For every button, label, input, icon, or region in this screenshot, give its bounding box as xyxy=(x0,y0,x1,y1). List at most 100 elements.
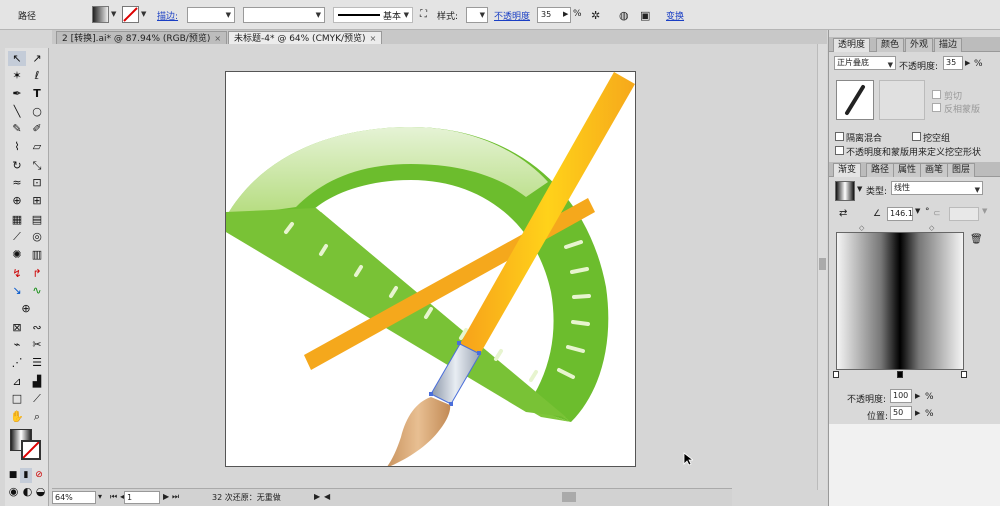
ellipse-tool-icon[interactable]: ○ xyxy=(28,104,46,119)
tab-layers[interactable]: 图层 xyxy=(947,163,976,177)
crosshair-tool-icon[interactable]: ⊕ xyxy=(17,301,35,316)
midpoint-diamond-icon[interactable]: ◇ xyxy=(859,224,864,232)
location-input[interactable]: 50 xyxy=(890,406,912,420)
anchor-tool-icon[interactable]: ↘ xyxy=(8,283,26,298)
page-select[interactable]: 1 xyxy=(124,491,160,504)
chevron-left-icon[interactable]: ◀ xyxy=(324,492,330,501)
stop-opacity-input[interactable]: 100 xyxy=(890,389,912,403)
stroke-swatch[interactable] xyxy=(122,6,139,23)
close-icon[interactable]: × xyxy=(214,34,221,43)
tab-gradient[interactable]: 渐变 xyxy=(833,163,862,177)
clip-checkbox[interactable] xyxy=(932,90,941,99)
draw-inside-icon[interactable]: ◒ xyxy=(34,484,47,499)
artboard[interactable] xyxy=(225,71,636,467)
gradient-stop-left[interactable] xyxy=(833,371,839,378)
gradient-type-select[interactable]: 线性 ▼ xyxy=(891,181,983,195)
recolor-icon[interactable]: ✲ xyxy=(591,9,600,22)
mesh-tool-icon[interactable]: ▦ xyxy=(8,212,26,227)
direct-selection-tool-icon[interactable]: ↗ xyxy=(28,51,46,66)
knife-tool-icon[interactable]: ⟋ xyxy=(28,391,46,406)
chevron-down-icon[interactable]: ▼ xyxy=(141,10,146,18)
tab-stroke[interactable]: 描边 xyxy=(934,38,963,52)
rotate-tool-icon[interactable]: ↻ xyxy=(8,158,26,173)
midpoint-diamond-icon[interactable]: ◇ xyxy=(929,224,934,232)
paintbrush-tool-icon[interactable]: ✎ xyxy=(8,121,26,136)
chevron-right-icon[interactable]: ▶ xyxy=(915,392,920,400)
close-icon[interactable]: × xyxy=(370,34,377,43)
curvature-tool-icon[interactable]: ↱ xyxy=(28,266,46,281)
symbol-sprayer-tool-icon[interactable]: ✺ xyxy=(8,247,26,262)
chevron-down-icon[interactable]: ▾ xyxy=(98,492,102,501)
free-transform-tool-icon[interactable]: ⊡ xyxy=(28,175,46,190)
tab-appearance[interactable]: 外观 xyxy=(905,38,934,52)
reverse-gradient-icon[interactable]: ⇄ xyxy=(839,208,847,219)
align-icon[interactable]: ▣ xyxy=(640,9,650,22)
pencil-tool-icon[interactable]: ✐ xyxy=(28,121,46,136)
zoom-tool-icon[interactable]: ⌕ xyxy=(28,409,46,424)
chevron-right-icon[interactable]: ▶ xyxy=(915,409,920,417)
magic-wand-tool-icon[interactable]: ✶ xyxy=(8,68,26,83)
stroke-weight-input[interactable]: ▼ xyxy=(187,7,235,23)
trash-icon[interactable]: 🗑 xyxy=(970,234,983,245)
lasso-tool-icon[interactable]: ℓ xyxy=(28,68,46,83)
opacity-link[interactable]: 不透明度 xyxy=(494,9,530,22)
gradient-stop-middle[interactable] xyxy=(897,371,903,378)
width-tool-icon[interactable]: ↯ xyxy=(8,266,26,281)
color-mode-icon[interactable]: ■ xyxy=(7,468,19,483)
line-tool-icon[interactable]: ╲ xyxy=(8,104,26,119)
vertical-scrollbar[interactable] xyxy=(817,44,827,490)
blend-mode-select[interactable]: 正片叠底 ▼ xyxy=(834,56,896,70)
mask-thumbnail[interactable] xyxy=(879,80,925,120)
warp-tool-icon[interactable]: ≈ xyxy=(8,175,26,190)
fill-swatch[interactable] xyxy=(92,6,109,23)
shape-builder-tool-icon[interactable]: ⊕ xyxy=(8,193,26,208)
hand-tool-icon[interactable]: ✋ xyxy=(8,409,26,424)
scrollbar-thumb[interactable] xyxy=(819,258,826,270)
type-tool-icon[interactable]: T xyxy=(28,86,46,101)
gradient-angle-input[interactable]: 146.1 xyxy=(887,207,913,221)
chevron-down-icon[interactable]: ▼ xyxy=(111,10,116,18)
artboard-tool-icon[interactable]: ⊠ xyxy=(8,320,26,335)
column-graph-tool-icon[interactable]: ▥ xyxy=(28,247,46,262)
horizontal-scrollbar-thumb[interactable] xyxy=(562,492,576,502)
selection-tool-icon[interactable]: ↖ xyxy=(8,51,26,66)
gradient-preview[interactable] xyxy=(836,232,964,370)
draw-behind-icon[interactable]: ◐ xyxy=(21,484,34,499)
scissors-tool-icon[interactable]: ✂ xyxy=(28,337,46,352)
graphic-style-select[interactable]: ▼ xyxy=(466,7,488,23)
chevron-down-icon[interactable]: ▼ xyxy=(915,207,920,215)
object-thumbnail[interactable] xyxy=(836,80,874,120)
chart-tool-icon[interactable]: ▟ xyxy=(28,374,46,389)
tab-pathfinder[interactable]: 路径 xyxy=(866,163,895,177)
blend-tool-icon[interactable]: ◎ xyxy=(28,229,46,244)
gradient-tool-icon[interactable]: ▤ xyxy=(28,212,46,227)
gradient-swatch[interactable] xyxy=(835,181,855,201)
perspective-grid-tool-icon[interactable]: ⊞ xyxy=(28,193,46,208)
measure-tool-icon[interactable]: ⊿ xyxy=(8,374,26,389)
pen-tool-icon[interactable]: ✒ xyxy=(8,86,26,101)
chevron-down-icon[interactable]: ▼ xyxy=(857,185,862,193)
tab-document-2[interactable]: 2 [转换].ai* @ 87.94% (RGB/预览) × xyxy=(56,31,228,44)
list-tool-icon[interactable]: ☰ xyxy=(28,355,46,370)
scale-tool-icon[interactable]: ⤡ xyxy=(28,158,46,173)
chevron-down-icon[interactable]: ▼ xyxy=(975,184,980,196)
knockout-group-checkbox[interactable] xyxy=(912,132,921,141)
eraser-tool-icon[interactable]: ▱ xyxy=(28,139,46,154)
tab-transparency[interactable]: 透明度 xyxy=(833,38,871,52)
none-mode-icon[interactable]: ⊘ xyxy=(33,468,45,483)
first-page-icon[interactable]: ⏮ xyxy=(110,492,117,502)
chevron-right-icon[interactable]: ▶ xyxy=(965,59,970,67)
smooth-tool-icon[interactable]: ∿ xyxy=(28,283,46,298)
brush-profile-select[interactable]: 基本 ▼ xyxy=(333,7,413,23)
live-paint-tool-icon[interactable]: ⋰ xyxy=(8,355,26,370)
chevron-right-icon[interactable]: ▶ xyxy=(314,492,320,501)
next-page-icon[interactable]: ▶ xyxy=(163,492,169,501)
slice-tool-icon[interactable]: ∾ xyxy=(28,320,46,335)
rectangle-tool-icon[interactable]: □ xyxy=(8,391,26,406)
eyedropper-tool-icon[interactable]: ⟋ xyxy=(8,229,26,244)
transform-link[interactable]: 变换 xyxy=(666,9,684,22)
last-page-icon[interactable]: ⏭ xyxy=(172,492,179,502)
gradient-mode-icon[interactable]: ▮ xyxy=(20,468,32,483)
gradient-stop-right[interactable] xyxy=(961,371,967,378)
panel-opacity-input[interactable]: 35 xyxy=(943,56,963,70)
